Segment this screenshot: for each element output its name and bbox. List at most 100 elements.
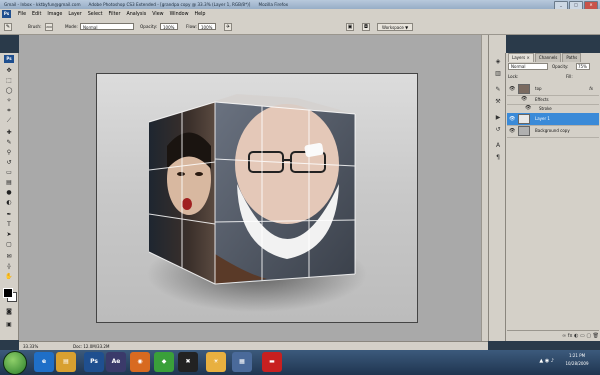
brush-size-value: 200 [46, 25, 52, 29]
slice-tool-icon[interactable]: ⟋ [4, 117, 14, 125]
menu-select[interactable]: Select [85, 9, 106, 20]
layer-opacity-field[interactable]: 75% [576, 63, 590, 70]
system-tray[interactable]: ▲ ◉ ♪ [539, 358, 554, 364]
layer-name: Layer 1 [535, 116, 550, 121]
tool-presets-icon[interactable]: ⚒ [493, 97, 503, 107]
healing-brush-icon[interactable]: ✚ [4, 129, 14, 137]
marquee-tool-icon[interactable]: ⬚ [4, 77, 14, 85]
toolbox-logo: Ps [4, 55, 14, 63]
start-button[interactable] [3, 351, 27, 375]
menu-window[interactable]: Window [167, 9, 192, 20]
shape-tool-icon[interactable]: ▢ [4, 241, 14, 249]
fill-label: Fill: [566, 74, 573, 79]
crop-tool-icon[interactable]: ⌗ [4, 107, 14, 115]
quick-mask-icon[interactable]: ◙ [4, 308, 14, 316]
stroke-eye-icon[interactable]: 👁 [525, 104, 531, 113]
effects-label: Effects [535, 97, 549, 102]
history-icon[interactable]: ↺ [493, 125, 503, 135]
screen-mode-icon[interactable]: ▣ [4, 321, 14, 329]
taskbar-clock[interactable]: 1:21 PM 10/28/2009 [558, 352, 596, 368]
tab-firefox[interactable]: Mozilla Firefox [254, 0, 292, 9]
mode-select[interactable]: Normal [80, 23, 134, 30]
airbrush-icon[interactable]: ✈ [224, 23, 232, 31]
type-tool-icon[interactable]: T [4, 221, 14, 229]
opacity-field[interactable]: 100% [160, 23, 178, 30]
menu-filter[interactable]: Filter [106, 9, 124, 20]
menu-layer[interactable]: Layer [65, 9, 84, 20]
taskbar-aftereffects-icon[interactable]: Ae [106, 352, 126, 372]
notes-tool-icon[interactable]: ✉ [4, 253, 14, 261]
camera-icon[interactable]: ◘ [362, 23, 370, 31]
taskbar-ie-icon[interactable]: e [34, 352, 54, 372]
tab-gmail[interactable]: Gmail - Inbox - kktbyfun@gmail.com [0, 0, 85, 9]
hand-tool-icon[interactable]: ✋ [4, 273, 14, 281]
paragraph-icon[interactable]: ¶ [493, 153, 503, 163]
fx-icon[interactable]: fx [589, 83, 593, 95]
brush-tool-icon[interactable]: ✎ [4, 139, 14, 147]
character-icon[interactable]: A [493, 141, 503, 151]
menu-analysis[interactable]: Analysis [123, 9, 149, 20]
taskbar-app-icon[interactable]: ▬ [262, 352, 282, 372]
layers-footer-icons[interactable]: ∞ fx ◐ ▭ ▢ 🗑 [507, 330, 599, 341]
lasso-tool-icon[interactable]: ◯ [4, 87, 14, 95]
toolbox: Ps ✥ ⬚ ◯ ✧ ⌗ ⟋ ✚ ✎ ⚲ ↺ ▭ ▤ ● ◐ ✒ T ➤ ▢ ✉… [0, 53, 19, 340]
menu-view[interactable]: View [149, 9, 166, 20]
brush-tool-icon[interactable]: ✎ [4, 23, 12, 31]
girl-mouth [182, 198, 192, 210]
taskbar-app-icon[interactable]: ◆ [154, 352, 174, 372]
stroke-label: Stroke [539, 106, 552, 111]
magic-wand-icon[interactable]: ✧ [4, 97, 14, 105]
options-bar: ✎ Brush: 200 Mode: Normal Opacity: 100% … [0, 20, 600, 35]
brushes-icon[interactable]: ✎ [493, 85, 503, 95]
eyedropper-icon[interactable]: ⟠ [4, 263, 14, 271]
taskbar-photoshop-icon[interactable]: Ps [84, 352, 104, 372]
eraser-tool-icon[interactable]: ▭ [4, 169, 14, 177]
tab-photoshop[interactable]: Adobe Photoshop CS3 Extended - [grandpa … [85, 0, 255, 9]
window-title-bar: Gmail - Inbox - kktbyfun@gmail.com Adobe… [0, 0, 600, 10]
clone-stamp-icon[interactable]: ⚲ [4, 149, 14, 157]
history-brush-icon[interactable]: ↺ [4, 159, 14, 167]
workspace-button[interactable]: Workspace ▼ [377, 23, 414, 31]
layer-thumbnail [518, 126, 530, 136]
blend-mode-select[interactable]: Normal [508, 63, 548, 70]
visibility-eye-icon[interactable]: 👁 [509, 113, 515, 125]
blur-tool-icon[interactable]: ● [4, 189, 14, 197]
foreground-color-swatch[interactable] [3, 288, 13, 298]
menu-image[interactable]: Image [44, 9, 65, 20]
menu-edit[interactable]: Edit [29, 9, 44, 20]
menu-help[interactable]: Help [192, 9, 209, 20]
cube-artwork [147, 94, 367, 312]
histogram-icon[interactable]: ▥ [493, 69, 503, 79]
tab-layers[interactable]: Layers × [508, 53, 534, 62]
visibility-eye-icon[interactable]: 👁 [509, 125, 515, 137]
flow-field[interactable]: 100% [198, 23, 216, 30]
opacity-label: Opacity: [140, 24, 158, 29]
palette-well-icon[interactable]: ▣ [346, 23, 354, 31]
tab-channels[interactable]: Channels [534, 53, 562, 62]
gradient-tool-icon[interactable]: ▤ [4, 179, 14, 187]
taskbar-app-icon[interactable]: ☀ [206, 352, 226, 372]
photoshop-logo: Ps [2, 10, 11, 18]
taskbar-explorer-icon[interactable]: ▤ [56, 352, 76, 372]
dodge-tool-icon[interactable]: ◐ [4, 199, 14, 207]
visibility-eye-icon[interactable]: 👁 [509, 83, 515, 95]
brush-preset-picker[interactable]: 200 [45, 23, 53, 31]
taskbar-firefox-icon[interactable]: ◉ [130, 352, 150, 372]
layer-opacity-label: Opacity: [552, 64, 569, 69]
layer-row-background-copy[interactable]: 👁 Background copy [507, 125, 599, 138]
path-selection-icon[interactable]: ➤ [4, 231, 14, 239]
navigator-icon[interactable]: ◈ [493, 57, 503, 67]
actions-icon[interactable]: ▶ [493, 113, 503, 123]
pen-tool-icon[interactable]: ✒ [4, 211, 14, 219]
panel-icon-strip: ◈ ▥ ✎ ⚒ ▶ ↺ A ¶ [488, 35, 506, 341]
menu-file[interactable]: File [15, 9, 29, 20]
taskbar-app-icon[interactable]: ▦ [232, 352, 252, 372]
mode-label: Mode: [65, 24, 78, 29]
tab-paths[interactable]: Paths [562, 53, 582, 62]
move-tool-icon[interactable]: ✥ [4, 67, 14, 75]
flow-label: Flow: [186, 24, 197, 29]
taskbar-app-icon[interactable]: ✖ [178, 352, 198, 372]
canvas[interactable] [96, 73, 418, 323]
effects-eye-icon[interactable]: 👁 [521, 95, 527, 104]
tab-strip: Gmail - Inbox - kktbyfun@gmail.com Adobe… [0, 0, 292, 9]
